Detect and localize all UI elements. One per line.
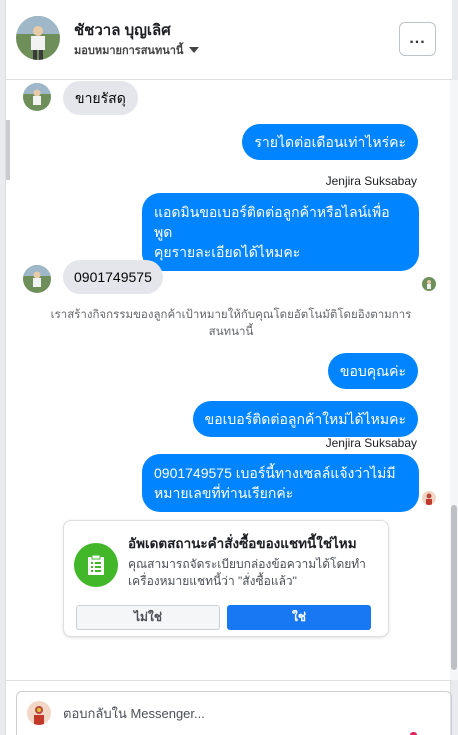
message-incoming: ขายรัสดุ (63, 81, 138, 115)
composer-divider (6, 680, 452, 681)
scrollbar-thumb[interactable] (451, 505, 457, 670)
message-line: 0901749575 เบอร์นี้ทางเซลล์แจ้งว่าไม่มี (154, 465, 396, 481)
order-status-card: อัพเดตสถานะคำสั่งซื้อของแชทนี้ใช่ไหม คุณ… (63, 520, 389, 637)
reply-composer (16, 691, 452, 735)
assign-label: มอบหมายการสนทนานี้ (74, 45, 184, 57)
card-title: อัพเดตสถานะคำสั่งซื้อของแชทนี้ใช่ไหม (128, 536, 357, 551)
conversation-header: ชัชวาล บุญเลิศ มอบหมายการสนทนานี้ ... (6, 0, 452, 80)
sender-name: Jenjira Suksabay (325, 174, 417, 188)
sender-name: Jenjira Suksabay (325, 436, 417, 450)
message-outgoing: 0901749575 เบอร์นี้ทางเซลล์แจ้งว่าไม่มี … (142, 454, 419, 512)
order-list-icon (74, 543, 118, 587)
contact-avatar[interactable] (16, 16, 60, 60)
message-outgoing: ขอบคุณค่ะ (327, 353, 418, 389)
agent-read-avatar (422, 491, 436, 505)
system-message-line: เราสร้างกิจกรรมของลูกค้าเป้าหมายให้กับคุ… (50, 309, 412, 321)
message-outgoing: ขอเบอร์ติดต่อลูกค้าใหม่ได้ไหมคะ (192, 401, 418, 437)
left-edge-indicator (6, 120, 10, 180)
message-incoming: 0901749575 (63, 260, 163, 294)
message-line: คุยรายละเอียดได้ไหมคะ (154, 244, 301, 260)
message-line: แอดมินขอเบอร์ติดต่อลูกค้าหรือไลน์เพื่อพู… (154, 204, 390, 240)
system-message-line: สนทนานี้ (208, 326, 254, 338)
card-description-line: คุณสามารถจัดระเบียบกล่องข้อความได้โดยทำ (128, 557, 366, 571)
contact-avatar-small (23, 265, 51, 293)
agent-avatar (27, 701, 51, 725)
contact-name[interactable]: ชัชวาล บุญเลิศ (74, 18, 171, 42)
message-line: หมายเลขที่ท่านเรียกค่ะ (154, 485, 294, 501)
yes-button[interactable]: ใช่ (227, 605, 371, 630)
no-button[interactable]: ไม่ใช่ (76, 605, 220, 630)
assign-conversation-dropdown[interactable]: มอบหมายการสนทนานี้ (74, 41, 200, 59)
caret-down-icon (189, 47, 200, 53)
contact-avatar-small (23, 83, 51, 111)
read-receipt-avatar (422, 277, 436, 291)
more-options-button[interactable]: ... (399, 22, 436, 56)
card-description-line: เครื่องหมายแชทนี้ว่า "สั่งซื้อแล้ว" (128, 574, 297, 588)
message-outgoing: รายไดต่อเดือนเท่าไหร่คะ (242, 124, 418, 160)
reply-input[interactable] (63, 706, 403, 721)
system-message: เราสร้างกิจกรรมของลูกค้าเป้าหมายให้กับคุ… (36, 307, 426, 341)
conversation-panel: ชัชวาล บุญเลิศ มอบหมายการสนทนานี้ ... ขา… (5, 0, 452, 735)
card-description: คุณสามารถจัดระเบียบกล่องข้อความได้โดยทำ … (128, 556, 378, 590)
message-outgoing: แอดมินขอเบอร์ติดต่อลูกค้าหรือไลน์เพื่อพู… (142, 193, 419, 271)
